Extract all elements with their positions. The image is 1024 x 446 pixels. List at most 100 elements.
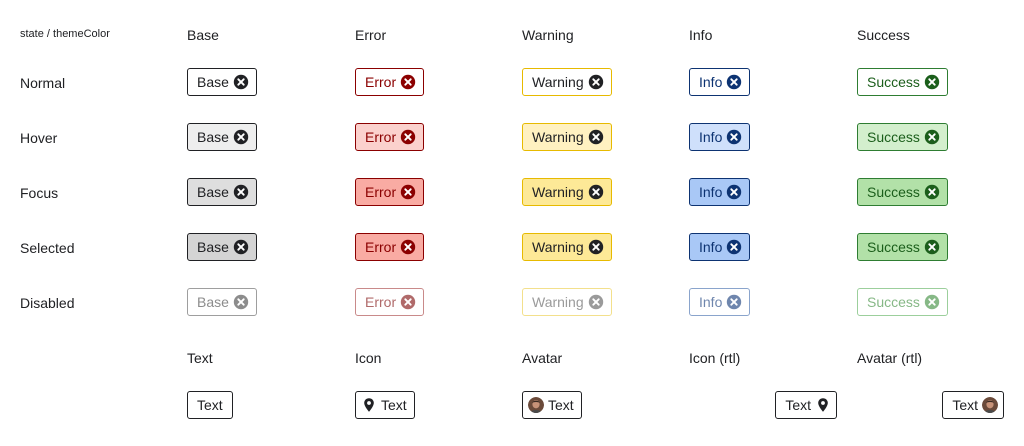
chip-label: Text	[952, 397, 978, 413]
close-circle-icon[interactable]	[400, 239, 416, 255]
chip-success-focus[interactable]: Success	[857, 178, 948, 206]
close-circle-icon[interactable]	[588, 184, 604, 200]
chip-base-selected[interactable]: Base	[187, 233, 257, 261]
chip-error-disabled: Error	[355, 288, 425, 316]
variant-header-2: Avatar	[522, 350, 563, 366]
chip-with-avatar[interactable]: Text	[522, 391, 582, 419]
close-circle-icon[interactable]	[233, 129, 249, 145]
chip-with-icon-rtl[interactable]: Text	[775, 391, 837, 419]
close-circle-icon[interactable]	[588, 74, 604, 90]
chip-info-selected[interactable]: Info	[689, 233, 751, 261]
close-circle-icon[interactable]	[726, 184, 742, 200]
close-circle-icon[interactable]	[233, 74, 249, 90]
row-header-selected: Selected	[20, 240, 75, 256]
chip-warning-focus[interactable]: Warning	[522, 178, 612, 206]
user-avatar	[528, 397, 544, 413]
user-avatar	[982, 397, 998, 413]
row-header-normal: Normal	[20, 75, 66, 91]
close-circle-icon[interactable]	[924, 129, 940, 145]
chip-error-focus[interactable]: Error	[355, 178, 425, 206]
chip-with-avatar-rtl[interactable]: Text	[942, 391, 1004, 419]
variant-header-0: Text	[187, 350, 213, 366]
variant-header-4: Avatar (rtl)	[857, 350, 923, 366]
chip-info-focus[interactable]: Info	[689, 178, 751, 206]
chip-label: Success	[867, 129, 920, 145]
chip-error-selected[interactable]: Error	[355, 233, 425, 261]
close-circle-icon[interactable]	[924, 239, 940, 255]
column-header-base: Base	[187, 27, 219, 43]
close-circle-icon[interactable]	[400, 184, 416, 200]
chip-label: Error	[365, 129, 397, 145]
close-circle-icon	[588, 294, 604, 310]
chip-label: Warning	[532, 294, 584, 310]
chip-label: Info	[699, 184, 723, 200]
chip-error-hover[interactable]: Error	[355, 123, 425, 151]
close-circle-icon[interactable]	[924, 74, 940, 90]
close-circle-icon[interactable]	[588, 129, 604, 145]
chip-warning-disabled: Warning	[522, 288, 612, 316]
variant-header-3: Icon (rtl)	[689, 350, 741, 366]
row-header-focus: Focus	[20, 185, 59, 201]
close-circle-icon[interactable]	[400, 74, 416, 90]
close-circle-icon	[924, 294, 940, 310]
chip-info-disabled: Info	[689, 288, 751, 316]
chip-warning-selected[interactable]: Warning	[522, 233, 612, 261]
close-circle-icon	[233, 294, 249, 310]
column-header-error: Error	[355, 27, 387, 43]
chip-info-hover[interactable]: Info	[689, 123, 751, 151]
chip-success-disabled: Success	[857, 288, 948, 316]
close-circle-icon[interactable]	[233, 184, 249, 200]
chip-info-normal[interactable]: Info	[689, 68, 751, 96]
chip-label: Success	[867, 74, 920, 90]
chip-base-disabled: Base	[187, 288, 257, 316]
chip-base-focus[interactable]: Base	[187, 178, 257, 206]
map-pin-icon	[815, 397, 831, 413]
chip-success-normal[interactable]: Success	[857, 68, 948, 96]
variant-header-1: Icon	[355, 350, 382, 366]
chip-label: Success	[867, 294, 920, 310]
chip-label: Base	[197, 294, 229, 310]
chip-label: Warning	[532, 74, 584, 90]
close-circle-icon[interactable]	[400, 129, 416, 145]
column-header-info: Info	[689, 27, 713, 43]
chip-label: Base	[197, 129, 229, 145]
close-circle-icon[interactable]	[588, 239, 604, 255]
chip-success-selected[interactable]: Success	[857, 233, 948, 261]
corner-label: state / themeColor	[20, 28, 110, 40]
column-header-success: Success	[857, 27, 910, 43]
chip-label: Warning	[532, 129, 584, 145]
row-header-disabled: Disabled	[20, 295, 75, 311]
chip-label: Error	[365, 74, 397, 90]
chip-label: Success	[867, 184, 920, 200]
map-pin-icon	[361, 397, 377, 413]
row-header-hover: Hover	[20, 130, 58, 146]
chip-label: Text	[785, 397, 811, 413]
chip-with-icon[interactable]: Text	[355, 391, 415, 419]
close-circle-icon[interactable]	[233, 239, 249, 255]
close-circle-icon	[726, 294, 742, 310]
chip-label: Warning	[532, 239, 584, 255]
chip-base-hover[interactable]: Base	[187, 123, 257, 151]
chip-label: Error	[365, 184, 397, 200]
chip-warning-hover[interactable]: Warning	[522, 123, 612, 151]
chip-label: Info	[699, 74, 723, 90]
chip-label: Base	[197, 184, 229, 200]
chip-label: Text	[197, 397, 223, 413]
close-circle-icon[interactable]	[726, 74, 742, 90]
chip-label: Warning	[532, 184, 584, 200]
chip-label: Error	[365, 294, 397, 310]
chip-base-normal[interactable]: Base	[187, 68, 257, 96]
chip-label: Error	[365, 239, 397, 255]
chip-error-normal[interactable]: Error	[355, 68, 425, 96]
chip-warning-normal[interactable]: Warning	[522, 68, 612, 96]
chip-label: Base	[197, 74, 229, 90]
chip-text-only[interactable]: Text	[187, 391, 233, 419]
close-circle-icon	[400, 294, 416, 310]
close-circle-icon[interactable]	[924, 184, 940, 200]
close-circle-icon[interactable]	[726, 239, 742, 255]
chip-label: Success	[867, 239, 920, 255]
close-circle-icon[interactable]	[726, 129, 742, 145]
chip-success-hover[interactable]: Success	[857, 123, 948, 151]
chip-label: Info	[699, 294, 723, 310]
chip-label: Info	[699, 239, 723, 255]
